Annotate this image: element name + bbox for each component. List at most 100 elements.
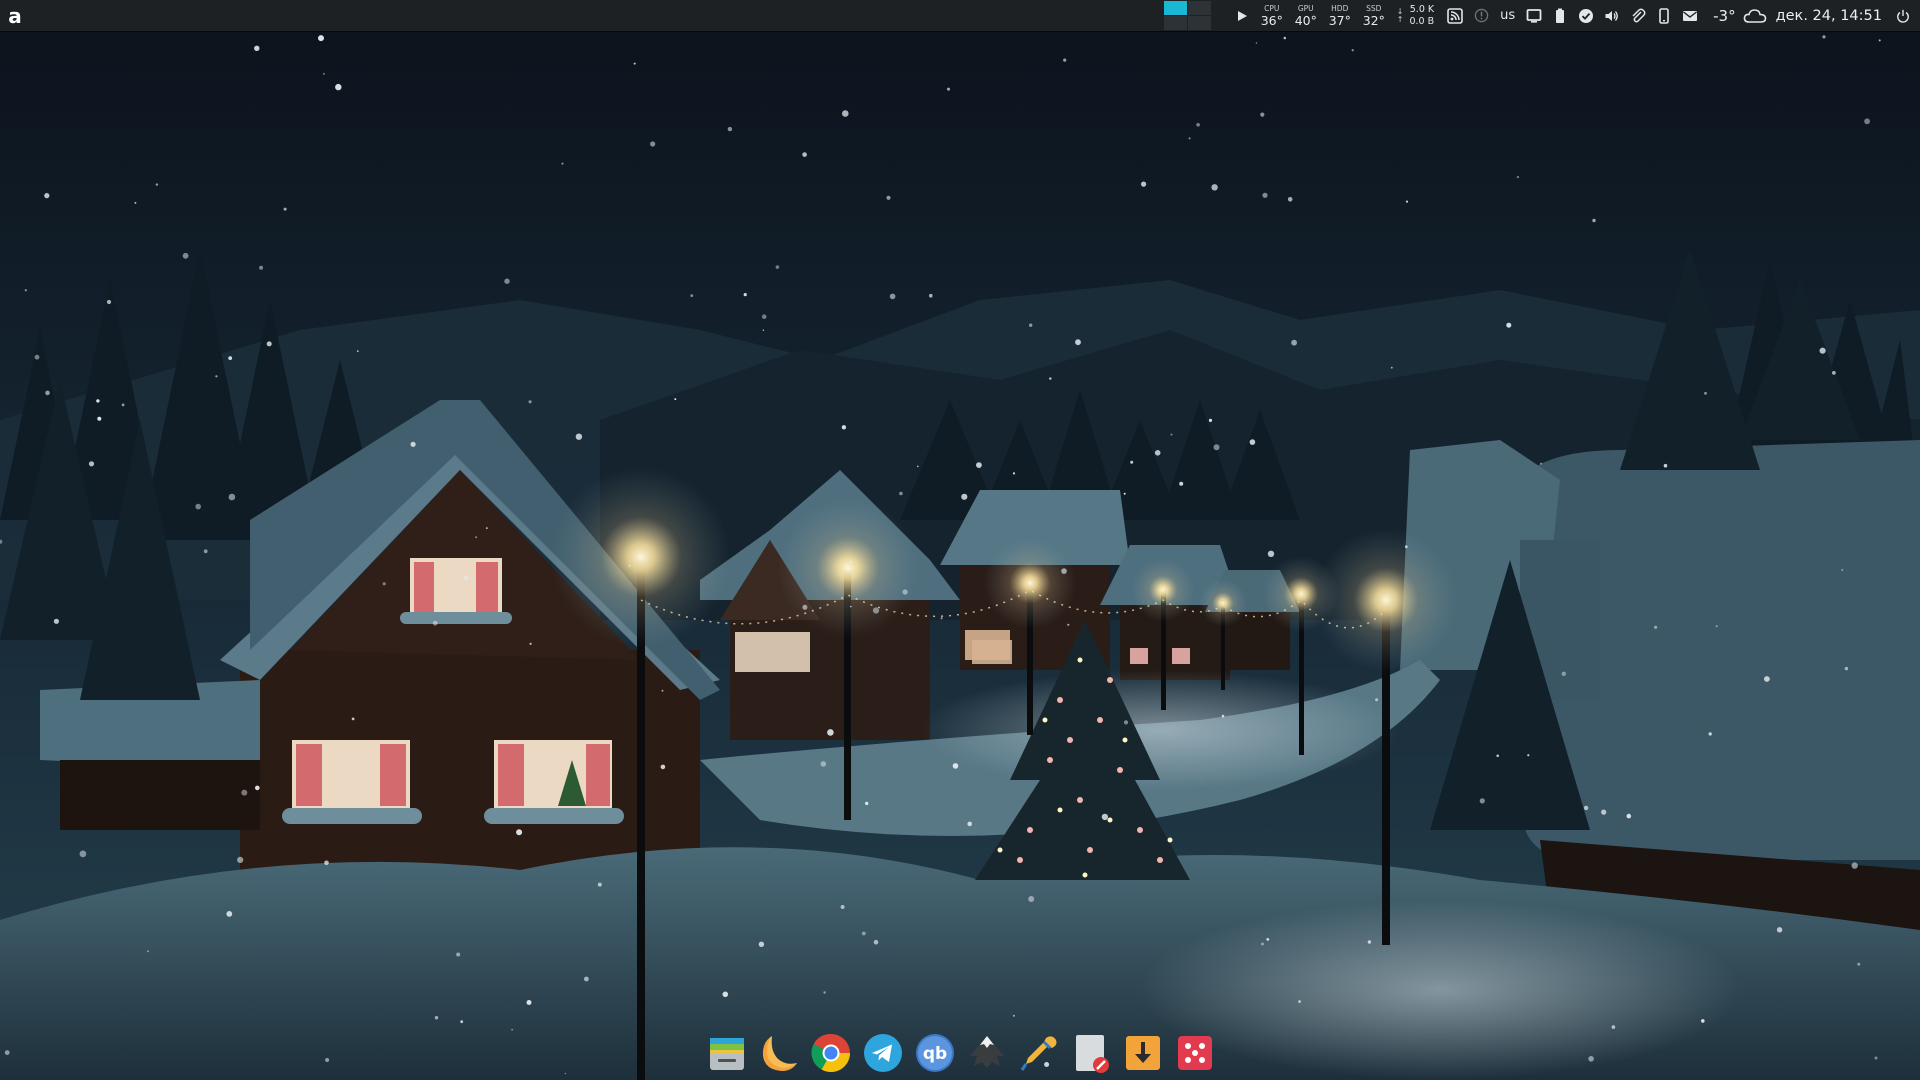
snowflake: [228, 356, 233, 360]
snowflake: [237, 856, 244, 864]
snowflake: [1063, 58, 1067, 62]
dock-item-inkscape[interactable]: [966, 1032, 1008, 1074]
cpu-temp-sensor[interactable]: CPU 36°: [1255, 4, 1289, 28]
snowflake: [761, 314, 767, 320]
cloud-icon[interactable]: [1742, 5, 1768, 27]
screen-icon[interactable]: [1523, 5, 1545, 27]
gpu-temp-sensor[interactable]: GPU 40°: [1289, 4, 1323, 28]
snowflake: [516, 829, 523, 836]
dock-item-file-manager[interactable]: [706, 1032, 748, 1074]
snowflake: [1291, 339, 1297, 346]
snowflake: [324, 860, 329, 866]
snowflake: [674, 398, 677, 401]
alert-icon[interactable]: [1470, 5, 1492, 27]
mail-icon[interactable]: [1679, 5, 1701, 27]
dock-item-color-picker[interactable]: [1018, 1032, 1060, 1074]
snowflake: [1351, 49, 1354, 52]
download-speed: 5.0 K: [1409, 3, 1435, 15]
paperclip-icon[interactable]: [1627, 5, 1649, 27]
desktop-4[interactable]: [1187, 16, 1211, 30]
snowflake: [97, 416, 102, 421]
snowflake: [215, 375, 218, 378]
snowflake: [1208, 418, 1213, 422]
snowflake: [842, 110, 849, 117]
upload-arrow-icon: ↑: [1396, 14, 1404, 24]
snowflake: [526, 1000, 532, 1005]
play-icon[interactable]: [1231, 5, 1253, 27]
weather-temperature[interactable]: -3°: [1713, 7, 1735, 25]
dock-item-night-light[interactable]: [758, 1032, 800, 1074]
snowflake: [335, 83, 342, 91]
sensor-label: HDD: [1331, 3, 1349, 13]
snowflake: [1298, 1000, 1301, 1003]
chrome-icon: [811, 1033, 851, 1073]
snowflake: [322, 72, 325, 75]
keyboard-layout-indicator[interactable]: us: [1500, 8, 1515, 23]
snowflake: [1213, 444, 1220, 451]
power-icon[interactable]: [1892, 5, 1914, 27]
snowflake: [1067, 623, 1070, 626]
snowflake: [134, 201, 137, 204]
snowflake: [195, 503, 201, 510]
snowflake: [1663, 463, 1668, 468]
snowflake: [1527, 754, 1530, 757]
snowflake: [1626, 813, 1632, 819]
dock-item-qbittorrent[interactable]: qb: [914, 1032, 956, 1074]
dock-item-downloader[interactable]: [1122, 1032, 1164, 1074]
snowflake: [633, 62, 636, 65]
snowflake: [762, 329, 765, 332]
network-speed-monitor[interactable]: ↓ ↑ 5.0 K 0.0 B: [1397, 4, 1434, 28]
snowflake: [266, 341, 272, 347]
application-launcher-button[interactable]: a: [2, 3, 28, 29]
snowflake: [690, 294, 694, 297]
snowflake: [850, 605, 852, 608]
volume-icon[interactable]: [1601, 5, 1623, 27]
snowflake: [1028, 896, 1035, 902]
qbittorrent-icon: qb: [916, 1034, 954, 1072]
snowflake: [24, 289, 27, 292]
snowflake: [1601, 809, 1607, 815]
snowflake: [1101, 813, 1109, 821]
ssd-temp-sensor[interactable]: SSD 32°: [1357, 4, 1391, 28]
snowflake: [1701, 1019, 1705, 1023]
snowflake: [44, 193, 50, 199]
snowflake: [1404, 545, 1408, 549]
snowflake: [325, 1058, 330, 1062]
snowflake: [1221, 714, 1225, 718]
dock-item-text-editor[interactable]: [1070, 1032, 1112, 1074]
desktop-1[interactable]: [1163, 1, 1187, 15]
rss-icon[interactable]: [1444, 5, 1466, 27]
check-circle-icon[interactable]: [1575, 5, 1597, 27]
snowflake: [1196, 123, 1200, 127]
snowflake: [1375, 698, 1379, 702]
snowflake: [929, 293, 933, 298]
snowflake: [575, 433, 583, 440]
snowflake: [1141, 181, 1147, 187]
snowflake: [820, 761, 827, 767]
desktop-2[interactable]: [1187, 1, 1211, 15]
snowflake: [1012, 472, 1016, 475]
svg-text:qb: qb: [923, 1044, 947, 1064]
dock-item-telegram[interactable]: [862, 1032, 904, 1074]
phone-icon[interactable]: [1653, 5, 1675, 27]
snowflake: [1249, 439, 1256, 445]
snowflake: [1283, 36, 1287, 40]
snowflake: [722, 991, 729, 998]
dock-item-chrome[interactable]: [810, 1032, 852, 1074]
clock[interactable]: дек. 24, 14:51: [1776, 8, 1882, 24]
folder-icon: [710, 1038, 744, 1070]
desktop-wallpaper: [0, 0, 1920, 1080]
snowflake: [1764, 676, 1770, 682]
snowflake: [1266, 938, 1270, 941]
hdd-temp-sensor[interactable]: HDD 37°: [1323, 4, 1357, 28]
battery-icon[interactable]: [1549, 5, 1571, 27]
virtual-desktop-pager[interactable]: [1163, 1, 1211, 30]
snowflake: [106, 299, 112, 305]
snowflake: [1267, 550, 1275, 557]
desktop-3[interactable]: [1163, 16, 1187, 30]
snowflake: [650, 141, 656, 147]
snowflake: [463, 575, 469, 581]
snowflake: [460, 1020, 464, 1024]
dock-item-dice-app[interactable]: [1174, 1032, 1216, 1074]
snowflake: [976, 462, 982, 468]
